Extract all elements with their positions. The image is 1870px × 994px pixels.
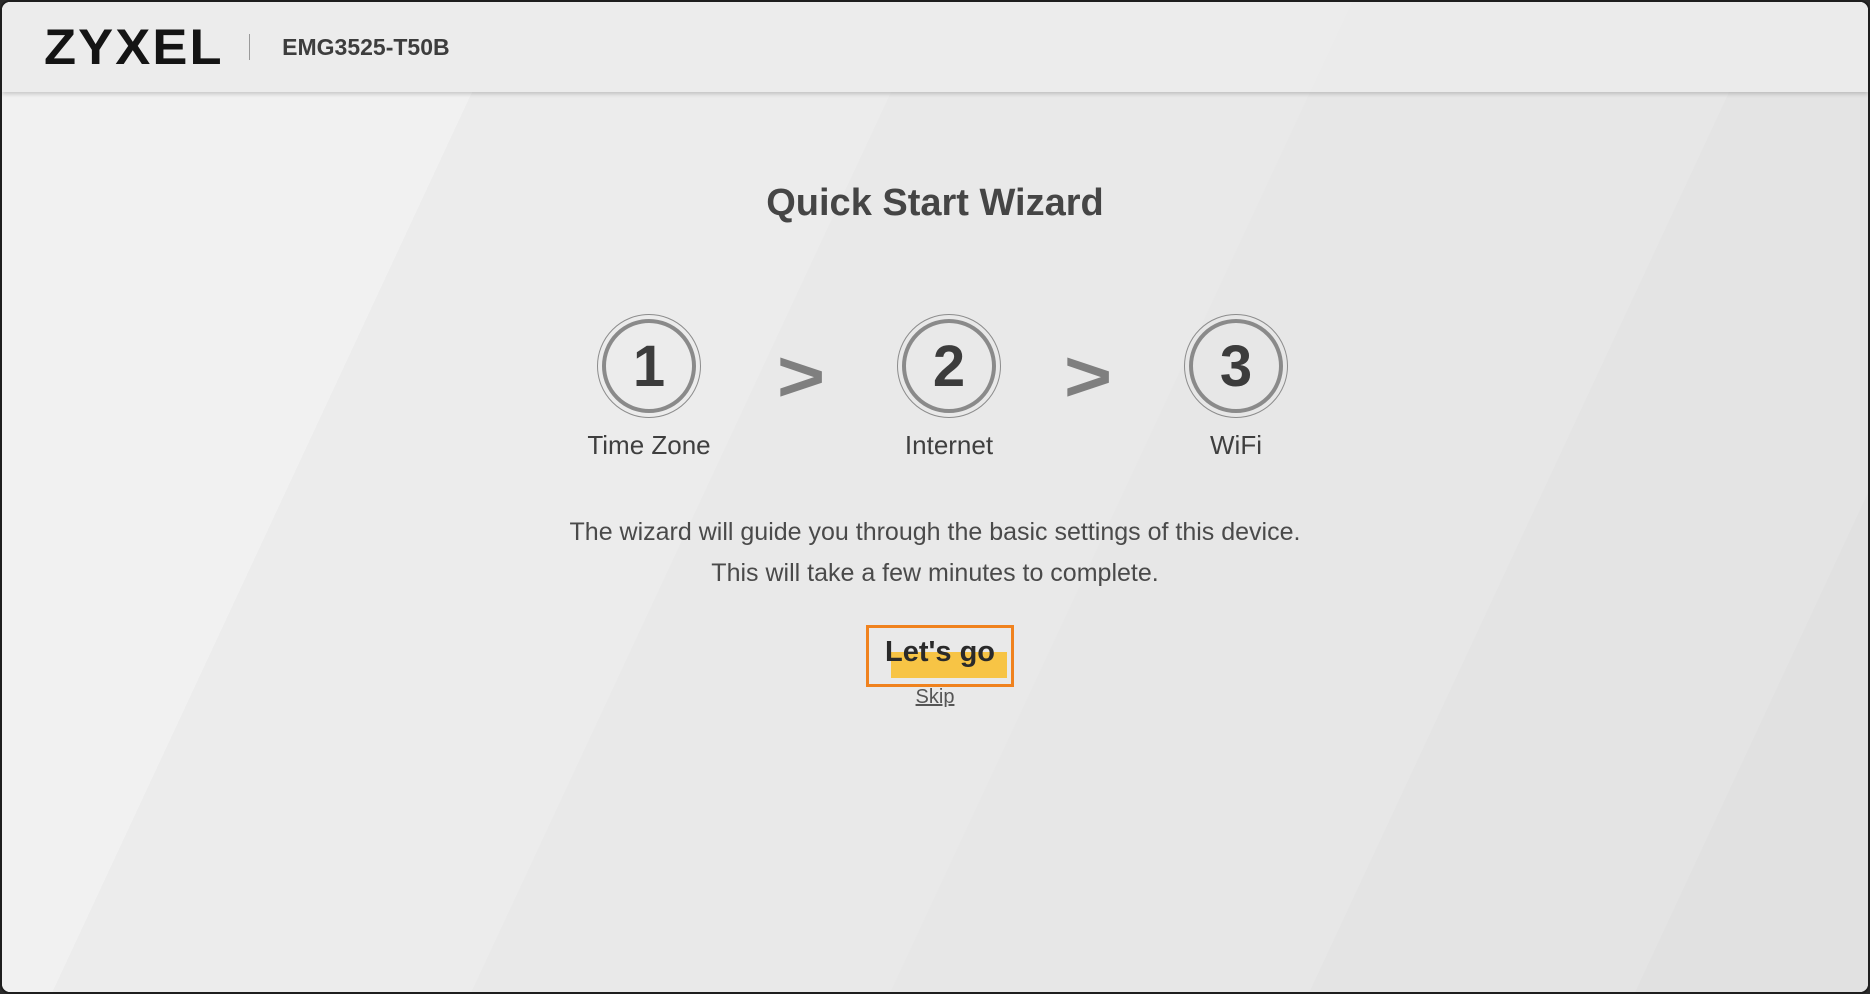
header-bar: ZYXEL EMG3525-T50B — [2, 2, 1868, 92]
step-number: 2 — [902, 319, 996, 413]
step-time-zone: 1 Time Zone — [549, 314, 749, 461]
wizard-steps: 1 Time Zone > 2 Internet > 3 WiFi — [2, 314, 1868, 464]
chevron-right-icon: > — [1063, 337, 1113, 417]
skip-container: Skip — [2, 686, 1868, 709]
logo-text: ZYXEL — [44, 19, 224, 75]
step-label: WiFi — [1210, 430, 1262, 460]
step-wifi: 3 WiFi — [1136, 314, 1336, 461]
step-label: Time Zone — [587, 430, 711, 460]
header-divider — [249, 34, 251, 60]
step-circle: 3 — [1184, 314, 1288, 418]
step-number: 3 — [1189, 319, 1283, 413]
wizard-main: Quick Start Wizard 1 Time Zone > 2 Inter… — [2, 92, 1868, 992]
lets-go-label: Let's go — [884, 635, 995, 668]
lets-go-button[interactable]: Let's go — [866, 625, 1014, 687]
step-circle: 1 — [597, 314, 701, 418]
page-title: Quick Start Wizard — [766, 182, 1104, 224]
description-line: This will take a few minutes to complete… — [711, 559, 1159, 587]
step-circle: 2 — [897, 314, 1001, 418]
skip-link[interactable]: Skip — [916, 686, 955, 708]
browser-window: ZYXEL EMG3525-T50B Quick Start Wizard 1 … — [0, 0, 1870, 994]
description-line: The wizard will guide you through the ba… — [569, 518, 1301, 546]
step-number: 1 — [602, 319, 696, 413]
chevron-right-icon: > — [776, 337, 826, 417]
zyxel-logo: ZYXEL — [44, 18, 222, 76]
wizard-description: The wizard will guide you through the ba… — [2, 512, 1868, 594]
step-internet: 2 Internet — [849, 314, 1049, 461]
step-label: Internet — [904, 430, 994, 460]
model-name: EMG3525-T50B — [282, 33, 450, 60]
